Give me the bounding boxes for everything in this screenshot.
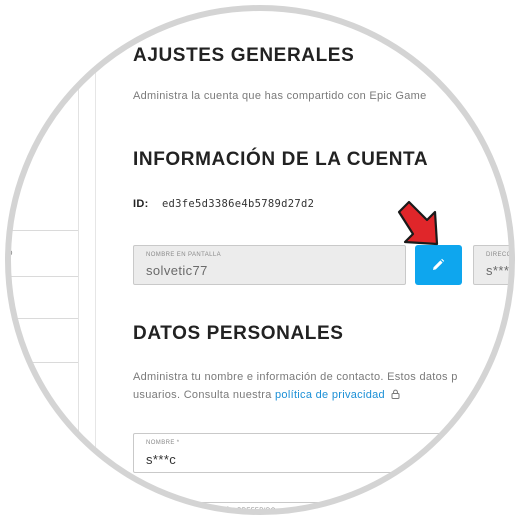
sidebar-divider — [78, 0, 79, 520]
name-label: NOMBRE * — [146, 440, 180, 446]
lock-icon — [391, 389, 400, 399]
sidebar-divider — [0, 276, 78, 277]
sidebar-item-label[interactable]: o — [8, 248, 13, 257]
sidebar: o — [0, 0, 96, 520]
arrow-annotation-icon — [397, 200, 439, 246]
name-value: s***c — [146, 452, 177, 467]
name-field[interactable]: NOMBRE * s***c — [133, 433, 453, 473]
personal-data-description: Administra tu nombre e información de co… — [133, 368, 458, 404]
preferred-language-field[interactable]: IDIOMA DE COMUNICACIÓN PREFERIDO — [133, 502, 453, 520]
display-name-label: NOMBRE EN PANTALLA — [146, 252, 221, 258]
email-field[interactable]: DIRECCIÓ s*** — [473, 245, 520, 285]
account-info-title: INFORMACIÓN DE LA CUENTA — [133, 149, 429, 170]
general-settings-description: Administra la cuenta que has compartido … — [133, 90, 427, 102]
personal-description-line: usuarios. Consulta nuestra política de p… — [133, 386, 458, 404]
email-label: DIRECCIÓ — [486, 252, 519, 258]
pencil-icon — [433, 258, 445, 270]
account-id-label: ID: — [133, 198, 149, 210]
account-id-row: ID: ed3fe5d3386e4b5789d27d2 — [133, 198, 314, 210]
email-value: s*** — [486, 263, 510, 278]
sidebar-divider — [0, 362, 78, 363]
sidebar-divider — [0, 318, 78, 319]
general-settings-title: AJUSTES GENERALES — [133, 45, 355, 66]
personal-description-line: Administra tu nombre e información de co… — [133, 371, 458, 383]
settings-content: AJUSTES GENERALES Administra la cuenta q… — [96, 0, 520, 520]
personal-data-title: DATOS PERSONALES — [133, 323, 344, 344]
personal-description-prefix: usuarios. Consulta nuestra — [133, 389, 276, 401]
app-window: o AJUSTES GENERALES Administra la cuenta… — [0, 0, 520, 520]
preferred-language-label: IDIOMA DE COMUNICACIÓN PREFERIDO — [146, 508, 276, 514]
privacy-policy-link[interactable]: política de privacidad — [275, 389, 385, 401]
display-name-value: solvetic77 — [146, 263, 208, 278]
account-id-value: ed3fe5d3386e4b5789d27d2 — [161, 198, 315, 210]
sidebar-divider — [0, 230, 78, 231]
display-name-field[interactable]: NOMBRE EN PANTALLA solvetic77 — [133, 245, 406, 285]
